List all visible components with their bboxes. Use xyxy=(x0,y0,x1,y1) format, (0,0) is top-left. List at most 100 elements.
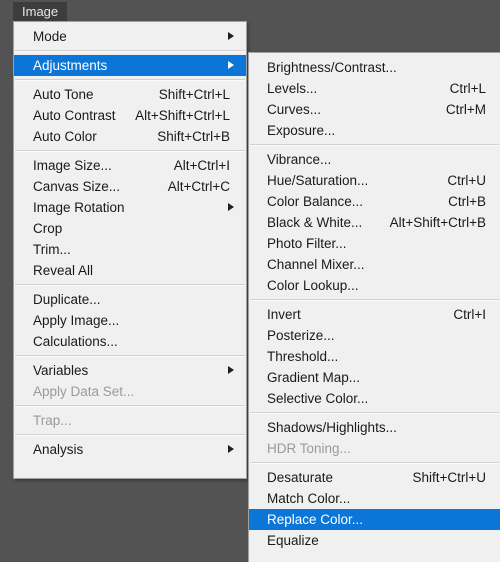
menu-item-label: Analysis xyxy=(33,442,84,457)
menu-item-shortcut: Shift+Ctrl+L xyxy=(158,87,230,102)
menu-item-shortcut: Ctrl+B xyxy=(448,194,486,209)
submenu-arrow-icon xyxy=(228,32,234,40)
menu-item-shadows-highlights[interactable]: Shadows/Highlights... xyxy=(249,417,500,438)
menu-item-posterize[interactable]: Posterize... xyxy=(249,325,500,346)
menu-item-exposure[interactable]: Exposure... xyxy=(249,120,500,141)
menu-item-label: Invert xyxy=(267,307,301,322)
menu-item-label: Reveal All xyxy=(33,263,94,278)
menu-item-crop[interactable]: Crop xyxy=(14,218,246,239)
adjustments-submenu-panel[interactable]: Brightness/Contrast... Levels... Ctrl+L Cur… xyxy=(248,52,500,562)
menu-item-hue-saturation[interactable]: Hue/Saturation... Ctrl+U xyxy=(249,170,500,191)
menu-item-mode[interactable]: Mode xyxy=(14,26,246,47)
menu-item-reveal-all[interactable]: Reveal All xyxy=(14,260,246,281)
menu-item-photo-filter[interactable]: Photo Filter... xyxy=(249,233,500,254)
menu-item-label: Trap... xyxy=(33,413,72,428)
menu-item-shortcut: Ctrl+M xyxy=(445,102,486,117)
submenu-arrow-icon xyxy=(228,61,234,69)
menu-item-label: Calculations... xyxy=(33,334,118,349)
menu-item-shortcut: Alt+Ctrl+C xyxy=(167,179,230,194)
menu-item-label: Color Lookup... xyxy=(267,278,359,293)
menu-item-analysis[interactable]: Analysis xyxy=(14,439,246,460)
submenu-arrow-icon xyxy=(228,445,234,453)
menu-item-levels[interactable]: Levels... Ctrl+L xyxy=(249,78,500,99)
menu-item-shortcut: Ctrl+I xyxy=(453,307,486,322)
menu-item-duplicate[interactable]: Duplicate... xyxy=(14,289,246,310)
menu-item-calculations[interactable]: Calculations... xyxy=(14,331,246,352)
menu-item-label: Black & White... xyxy=(267,215,363,230)
menubar-item-image[interactable]: Image xyxy=(13,2,68,21)
menu-item-shortcut: Alt+Shift+Ctrl+L xyxy=(135,108,230,123)
menu-item-hdr-toning: HDR Toning... xyxy=(249,438,500,459)
menu-item-label: Canvas Size... xyxy=(33,179,121,194)
menu-item-label: Image Size... xyxy=(33,158,112,173)
menu-item-auto-contrast[interactable]: Auto Contrast Alt+Shift+Ctrl+L xyxy=(14,105,246,126)
menu-item-label: Levels... xyxy=(267,81,318,96)
menu-item-label: Curves... xyxy=(267,102,322,117)
menu-item-label: Mode xyxy=(33,29,67,44)
menu-separator xyxy=(250,462,499,464)
menu-item-brightness-contrast[interactable]: Brightness/Contrast... xyxy=(249,57,500,78)
menu-separator xyxy=(15,150,245,152)
menu-item-auto-tone[interactable]: Auto Tone Shift+Ctrl+L xyxy=(14,84,246,105)
menu-item-variables[interactable]: Variables xyxy=(14,360,246,381)
menu-item-curves[interactable]: Curves... Ctrl+M xyxy=(249,99,500,120)
menu-item-auto-color[interactable]: Auto Color Shift+Ctrl+B xyxy=(14,126,246,147)
image-menu-panel[interactable]: Mode Adjustments Auto Tone Shift+Ctrl+L Auto… xyxy=(13,21,247,479)
menu-item-gradient-map[interactable]: Gradient Map... xyxy=(249,367,500,388)
menu-separator xyxy=(15,284,245,286)
menu-separator xyxy=(15,79,245,81)
menu-item-label: HDR Toning... xyxy=(267,441,351,456)
menu-item-label: Auto Color xyxy=(33,129,97,144)
menu-item-color-balance[interactable]: Color Balance... Ctrl+B xyxy=(249,191,500,212)
menu-item-label: Brightness/Contrast... xyxy=(267,60,397,75)
menu-item-label: Vibrance... xyxy=(267,152,332,167)
menu-item-label: Channel Mixer... xyxy=(267,257,365,272)
menu-separator xyxy=(250,299,499,301)
menu-item-desaturate[interactable]: Desaturate Shift+Ctrl+U xyxy=(249,467,500,488)
menu-item-trap: Trap... xyxy=(14,410,246,431)
menu-item-label: Match Color... xyxy=(267,491,351,506)
menu-item-shortcut: Shift+Ctrl+U xyxy=(412,470,486,485)
menu-item-invert[interactable]: Invert Ctrl+I xyxy=(249,304,500,325)
submenu-arrow-icon xyxy=(228,203,234,211)
menu-item-replace-color[interactable]: Replace Color... xyxy=(249,509,500,530)
menu-item-apply-image[interactable]: Apply Image... xyxy=(14,310,246,331)
menu-item-label: Threshold... xyxy=(267,349,339,364)
menu-separator xyxy=(15,50,245,52)
menu-item-shortcut: Ctrl+L xyxy=(449,81,486,96)
menu-separator xyxy=(250,144,499,146)
menu-separator xyxy=(15,434,245,436)
menu-item-label: Trim... xyxy=(33,242,71,257)
menu-item-shortcut: Alt+Ctrl+I xyxy=(173,158,230,173)
menu-item-vibrance[interactable]: Vibrance... xyxy=(249,149,500,170)
submenu-arrow-icon xyxy=(228,366,234,374)
menu-item-label: Exposure... xyxy=(267,123,336,138)
menu-item-image-size[interactable]: Image Size... Alt+Ctrl+I xyxy=(14,155,246,176)
menu-item-label: Equalize xyxy=(267,533,319,548)
menu-item-label: Posterize... xyxy=(267,328,335,343)
menu-item-canvas-size[interactable]: Canvas Size... Alt+Ctrl+C xyxy=(14,176,246,197)
menu-item-label: Crop xyxy=(33,221,63,236)
menu-item-image-rotation[interactable]: Image Rotation xyxy=(14,197,246,218)
menu-item-label: Desaturate xyxy=(267,470,334,485)
menu-item-label: Apply Image... xyxy=(33,313,120,328)
menu-item-color-lookup[interactable]: Color Lookup... xyxy=(249,275,500,296)
menu-item-threshold[interactable]: Threshold... xyxy=(249,346,500,367)
menu-item-label: Auto Contrast xyxy=(33,108,116,123)
menu-item-match-color[interactable]: Match Color... xyxy=(249,488,500,509)
menu-item-label: Duplicate... xyxy=(33,292,101,307)
menu-item-adjustments[interactable]: Adjustments xyxy=(14,55,246,76)
menu-item-black-white[interactable]: Black & White... Alt+Shift+Ctrl+B xyxy=(249,212,500,233)
menu-item-label: Replace Color... xyxy=(267,512,364,527)
menu-item-shortcut: Shift+Ctrl+B xyxy=(157,129,230,144)
menu-item-shortcut: Ctrl+U xyxy=(447,173,486,188)
menu-item-equalize[interactable]: Equalize xyxy=(249,530,500,551)
menu-item-label: Gradient Map... xyxy=(267,370,361,385)
menu-separator xyxy=(250,412,499,414)
menu-item-channel-mixer[interactable]: Channel Mixer... xyxy=(249,254,500,275)
menu-item-selective-color[interactable]: Selective Color... xyxy=(249,388,500,409)
image-menu-list: Mode Adjustments Auto Tone Shift+Ctrl+L Auto… xyxy=(14,22,246,464)
menu-item-label: Image Rotation xyxy=(33,200,125,215)
menu-item-trim[interactable]: Trim... xyxy=(14,239,246,260)
menu-separator xyxy=(15,355,245,357)
